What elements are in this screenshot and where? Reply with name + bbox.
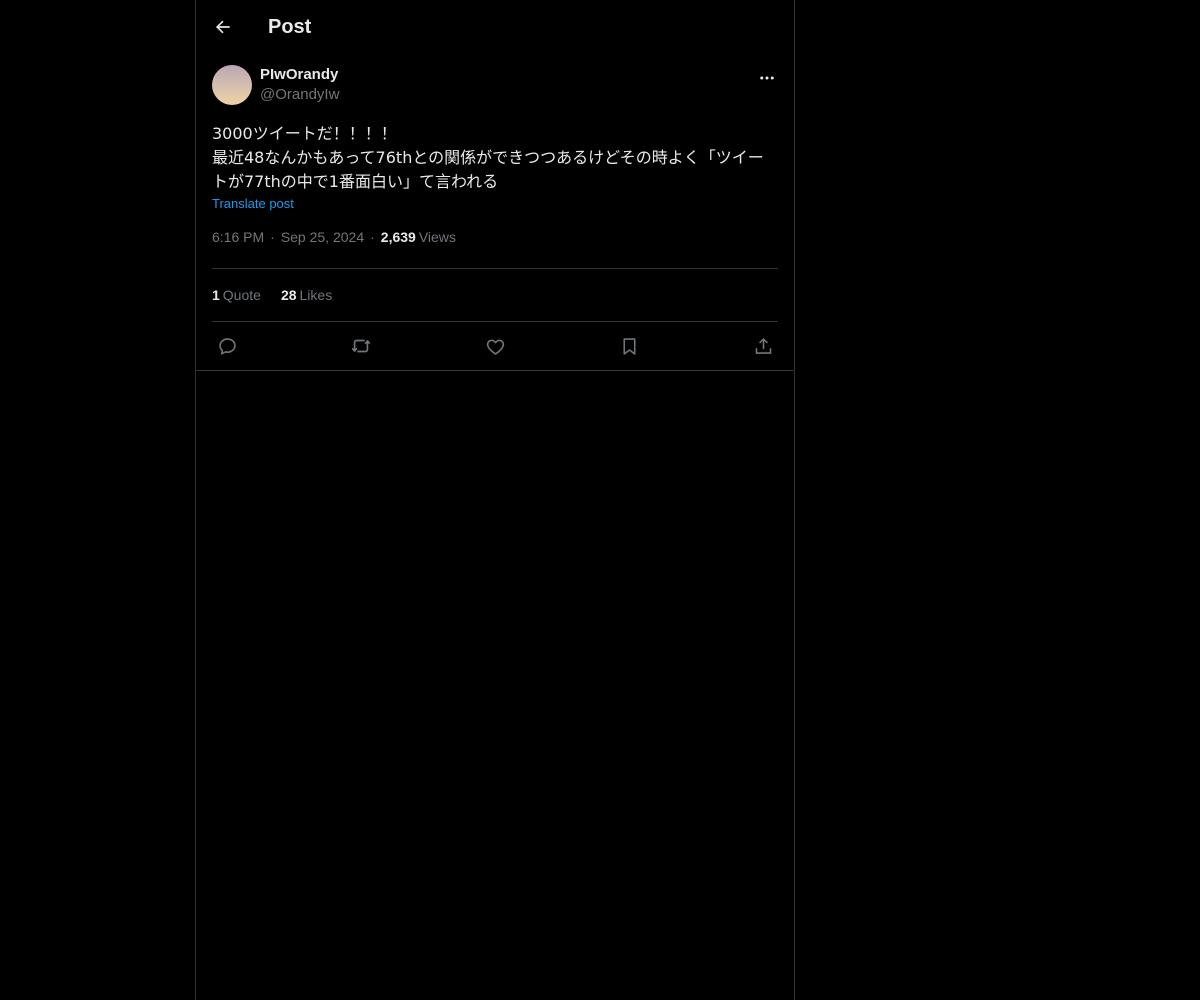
post-author-row: PIwOrandy @OrandyIw (212, 54, 778, 117)
share-button[interactable] (752, 335, 774, 357)
page-title: Post (268, 15, 312, 38)
repost-button[interactable] (350, 335, 372, 357)
post-actions (212, 322, 778, 370)
quotes-stat[interactable]: 1 Quote (212, 287, 261, 303)
more-options-button[interactable] (756, 67, 778, 89)
reply-button[interactable] (216, 335, 238, 357)
bookmark-icon (622, 337, 636, 355)
translate-post-link[interactable]: Translate post (212, 196, 294, 211)
likes-count: 28 (280, 287, 297, 303)
reply-icon (218, 337, 236, 355)
likes-stat[interactable]: 28 Likes (281, 287, 332, 303)
post-stats: 1 Quote 28 Likes (212, 269, 778, 322)
like-button[interactable] (484, 335, 506, 357)
views-count: 2,639 (380, 229, 416, 245)
likes-label: Likes (299, 287, 333, 303)
more-horizontal-icon (760, 76, 774, 80)
author-handle[interactable]: @OrandyIw (260, 85, 339, 105)
author-names: PIwOrandy @OrandyIw (260, 65, 339, 105)
bookmark-button[interactable] (618, 335, 640, 357)
quote-count: 1 (212, 287, 220, 303)
back-button[interactable] (212, 16, 234, 38)
post-time[interactable]: 6:16 PM (212, 229, 264, 245)
quote-label: Quote (222, 287, 261, 303)
meta-separator: · (270, 229, 275, 245)
repost-icon (351, 339, 371, 353)
meta-separator: · (370, 229, 375, 245)
post-meta: 6:16 PM · Sep 25, 2024 · 2,639 Views (212, 229, 778, 269)
post-date[interactable]: Sep 25, 2024 (281, 229, 364, 245)
main-column: Post PIwOrandy @OrandyIw 3000ツイートだ！！！！ 最… (195, 0, 795, 1000)
views-label: Views (418, 229, 456, 245)
page-header: Post (196, 0, 794, 54)
author-display-name[interactable]: PIwOrandy (260, 65, 339, 85)
share-icon (755, 337, 771, 354)
post-text: 3000ツイートだ！！！！ 最近48なんかもあって76thとの関係ができつつある… (212, 124, 764, 191)
arrow-left-icon (215, 20, 230, 34)
post-detail: PIwOrandy @OrandyIw 3000ツイートだ！！！！ 最近48なん… (196, 54, 794, 371)
heart-icon (486, 339, 504, 355)
avatar[interactable] (212, 65, 252, 105)
